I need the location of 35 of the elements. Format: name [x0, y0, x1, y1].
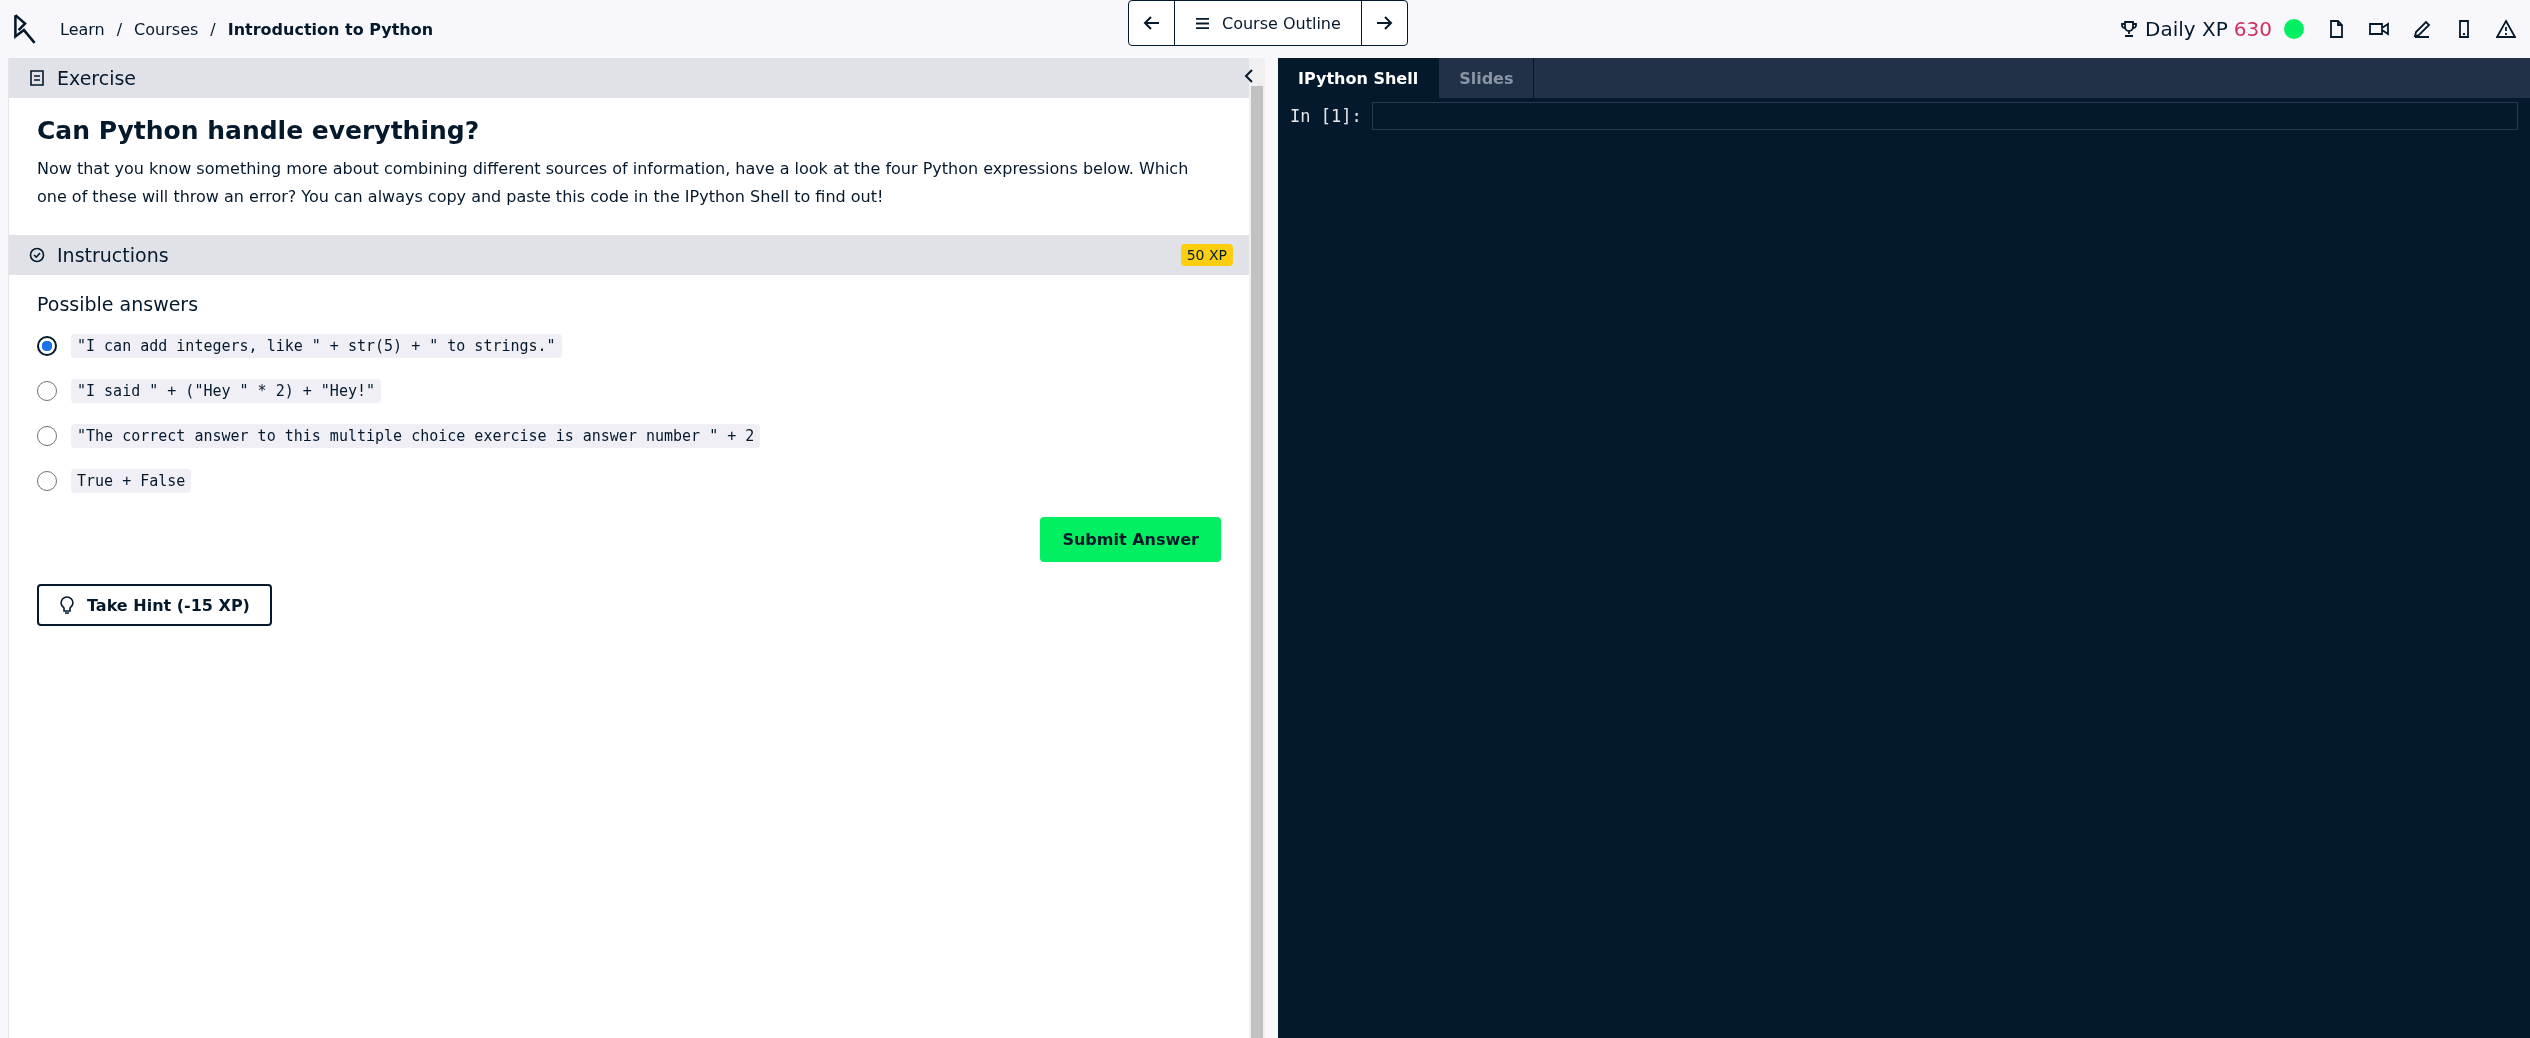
- exercise-description: Now that you know something more about combining different sources of information, have a look at the four Python expressions below. Which one of these will throw an error? You can always copy and paste this code in the IPython Shell to find out!: [37, 158, 1190, 208]
- answer-code: "I said " + ("Hey " * 2) + "Hey!": [71, 378, 381, 403]
- status-dot: [2284, 19, 2304, 39]
- breadcrumb-link[interactable]: Learn: [60, 19, 105, 39]
- console-tab[interactable]: IPython Shell: [1278, 58, 1440, 98]
- breadcrumb-link[interactable]: Courses: [134, 19, 199, 39]
- breadcrumb-separator: /: [210, 19, 216, 39]
- pencil-icon[interactable]: [2412, 19, 2432, 39]
- document-icon: [29, 70, 45, 86]
- breadcrumb-separator: /: [116, 19, 123, 39]
- answer-code: "I can add integers, like " + str(5) + " to strings.": [71, 333, 562, 358]
- submit-answer-button[interactable]: Submit Answer: [1040, 517, 1221, 562]
- shell-input[interactable]: [1371, 102, 2518, 130]
- scrollbar[interactable]: [1251, 86, 1263, 1038]
- xp-badge: 50 XP: [1180, 244, 1233, 266]
- daily-xp-label: Daily XP: [2145, 17, 2228, 41]
- instructions-heading: Instructions: [57, 244, 169, 266]
- answers-label: Possible answers: [37, 293, 200, 315]
- exercise-title: Can Python handle everything?: [37, 116, 481, 145]
- lightbulb-icon: [59, 596, 75, 614]
- logo-icon[interactable]: [12, 13, 38, 45]
- answer-code: "The correct answer to this multiple choice exercise is answer number " + 2: [71, 423, 761, 448]
- answer-code: True + False: [71, 468, 192, 493]
- collapse-icon[interactable]: [1243, 68, 1255, 84]
- breadcrumb-link[interactable]: Introduction to Python: [227, 19, 434, 39]
- check-circle-icon: [29, 247, 45, 263]
- trophy-icon: [2119, 19, 2140, 39]
- exercise-heading: Exercise: [57, 67, 137, 89]
- console-tab[interactable]: Slides: [1439, 58, 1535, 98]
- shell-prompt: In [1]:: [1290, 106, 1362, 126]
- warning-icon[interactable]: [2496, 19, 2516, 39]
- daily-xp-value: 630: [2233, 17, 2272, 41]
- take-hint-button[interactable]: Take Hint (-15 XP): [37, 584, 272, 626]
- menu-icon: [1195, 16, 1210, 30]
- radio-button[interactable]: [37, 335, 57, 356]
